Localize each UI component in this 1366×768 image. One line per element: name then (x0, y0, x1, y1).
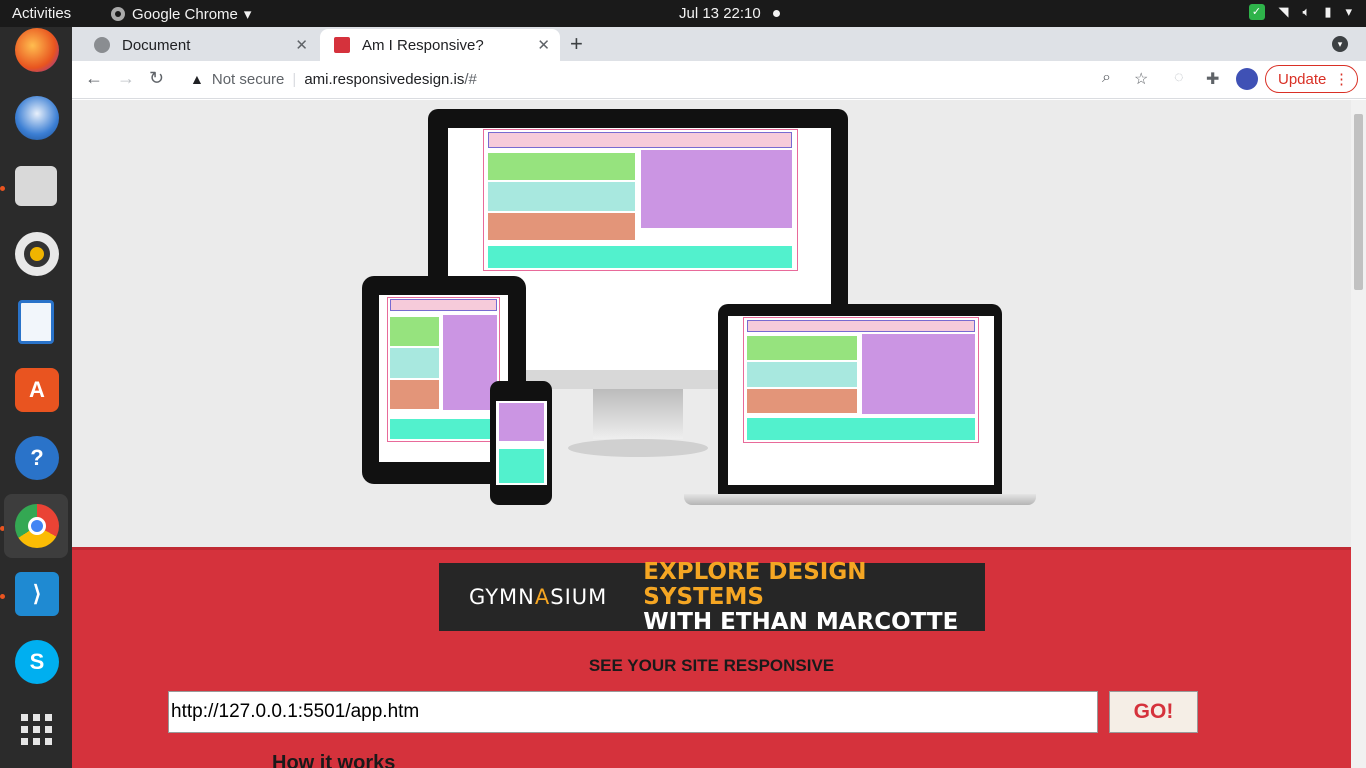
close-icon[interactable]: ✕ (295, 36, 308, 54)
tool-section: GYMNASIUM EXPLORE DESIGN SYSTEMS WITH ET… (72, 547, 1351, 768)
update-button[interactable]: Update ⋮ (1265, 65, 1358, 93)
laptop-screen (728, 316, 994, 485)
phone-screen (496, 401, 547, 485)
writer-icon (18, 300, 54, 344)
battery-icon: ▮ (1324, 4, 1332, 19)
monitor-stand (593, 389, 683, 439)
dock-thunderbird[interactable] (4, 86, 68, 150)
site-url-input[interactable] (168, 691, 1098, 733)
tab-title: Am I Responsive? (362, 36, 484, 54)
rhythmbox-icon (15, 232, 59, 276)
tagline-line-1: EXPLORE DESIGN SYSTEMS (643, 558, 867, 610)
update-notifier-icon[interactable]: ✓ (1248, 4, 1265, 20)
chevron-down-icon: ▾ (1345, 4, 1352, 19)
extension-icon[interactable]: ◌ (1174, 69, 1184, 87)
url-host: ami.responsivedesign.is (304, 70, 465, 88)
page-viewport: GYMNASIUM EXPLORE DESIGN SYSTEMS WITH ET… (72, 100, 1351, 768)
phone-preview (490, 381, 552, 507)
reload-button[interactable]: ↻ (149, 68, 164, 89)
clock[interactable]: Jul 13 22:10 (679, 5, 761, 22)
volume-icon: 🔈︎ (1302, 4, 1311, 19)
laptop-preview (684, 304, 1036, 519)
app-menu-label: Google Chrome (132, 5, 238, 23)
vscode-icon: ⟩ (15, 572, 59, 616)
sponsor-banner[interactable]: GYMNASIUM EXPLORE DESIGN SYSTEMS WITH ET… (439, 559, 985, 634)
dock-skype[interactable]: S (4, 630, 68, 694)
sponsor-tagline: EXPLORE DESIGN SYSTEMS WITH ETHAN MARCOT… (643, 558, 985, 635)
dock-help[interactable]: ? (4, 426, 68, 490)
how-it-works-heading: How it works (272, 752, 396, 768)
thunderbird-icon (15, 96, 59, 140)
tab-document[interactable]: Document ✕ (80, 29, 318, 61)
skype-icon: S (15, 640, 59, 684)
software-icon: A (15, 368, 59, 412)
dock-firefox[interactable] (4, 18, 68, 82)
globe-icon (94, 37, 110, 53)
page-scrollbar[interactable] (1351, 100, 1366, 768)
bookmark-star-icon[interactable]: ☆ (1134, 69, 1148, 89)
zoom-icon[interactable]: ⌕ (1102, 69, 1111, 87)
dock-libreoffice-writer[interactable] (4, 290, 68, 354)
browser-toolbar: ← → ↻ ▲ Not secure | ami.responsivedesig… (72, 61, 1366, 99)
system-tray[interactable]: ✓ ◥ 🔈︎ ▮ ▾ (1248, 4, 1352, 20)
device-preview-area (72, 100, 1351, 547)
dock-chrome[interactable] (4, 494, 68, 558)
section-heading: SEE YOUR SITE RESPONSIVE (588, 656, 835, 675)
app-menu[interactable]: Google Chrome ▾ (110, 5, 251, 23)
go-button[interactable]: GO! (1109, 691, 1198, 733)
address-bar[interactable]: ▲ Not secure | ami.responsivedesign.is /… (178, 64, 1178, 94)
tablet-screen (379, 295, 508, 462)
puzzle-icon[interactable]: ✚ (1206, 69, 1219, 89)
browser-window: Document ✕ Am I Responsive? ✕ + ▾ ← → ↻ … (72, 27, 1366, 768)
firefox-icon (15, 28, 59, 72)
tab-title: Document (122, 36, 191, 54)
dock-rhythmbox[interactable] (4, 222, 68, 286)
dock: A ? ⟩ S (0, 27, 72, 768)
close-icon[interactable]: ✕ (537, 36, 550, 54)
wifi-icon: ◥ (1278, 4, 1289, 19)
dock-show-applications[interactable] (4, 698, 68, 762)
tab-strip: Document ✕ Am I Responsive? ✕ + ▾ (72, 27, 1366, 61)
forward-button[interactable]: → (117, 68, 135, 89)
chevron-down-icon: ▾ (243, 6, 252, 23)
app-grid-icon (21, 714, 52, 745)
notification-dot (773, 10, 780, 17)
tab-am-i-responsive[interactable]: Am I Responsive? ✕ (320, 29, 560, 61)
tagline-line-2: WITH ETHAN MARCOTTE (643, 608, 959, 635)
scrollbar-thumb[interactable] (1354, 114, 1363, 290)
avatar[interactable] (1236, 68, 1258, 90)
files-icon (15, 166, 57, 206)
tab-search-icon[interactable]: ▾ (1332, 36, 1348, 52)
chrome-icon (111, 7, 125, 21)
system-top-bar: Activities Google Chrome ▾ Jul 13 22:10 … (0, 0, 1366, 27)
security-label: Not secure (211, 70, 285, 88)
laptop-base (684, 494, 1036, 505)
warning-icon[interactable]: ▲ (190, 71, 204, 87)
divider: | (292, 70, 297, 88)
chrome-icon (15, 504, 59, 548)
dock-files[interactable] (4, 154, 68, 218)
new-tab-button[interactable]: + (570, 31, 583, 57)
update-label: Update (1278, 70, 1327, 88)
url-path: /# (464, 70, 477, 88)
kebab-menu-icon[interactable]: ⋮ (1334, 70, 1349, 88)
dock-ubuntu-software[interactable]: A (4, 358, 68, 422)
site-favicon-icon (334, 37, 350, 53)
dock-vscode[interactable]: ⟩ (4, 562, 68, 626)
sponsor-logo: GYMNASIUM (469, 585, 608, 609)
back-button[interactable]: ← (85, 68, 103, 89)
help-icon: ? (15, 436, 59, 480)
